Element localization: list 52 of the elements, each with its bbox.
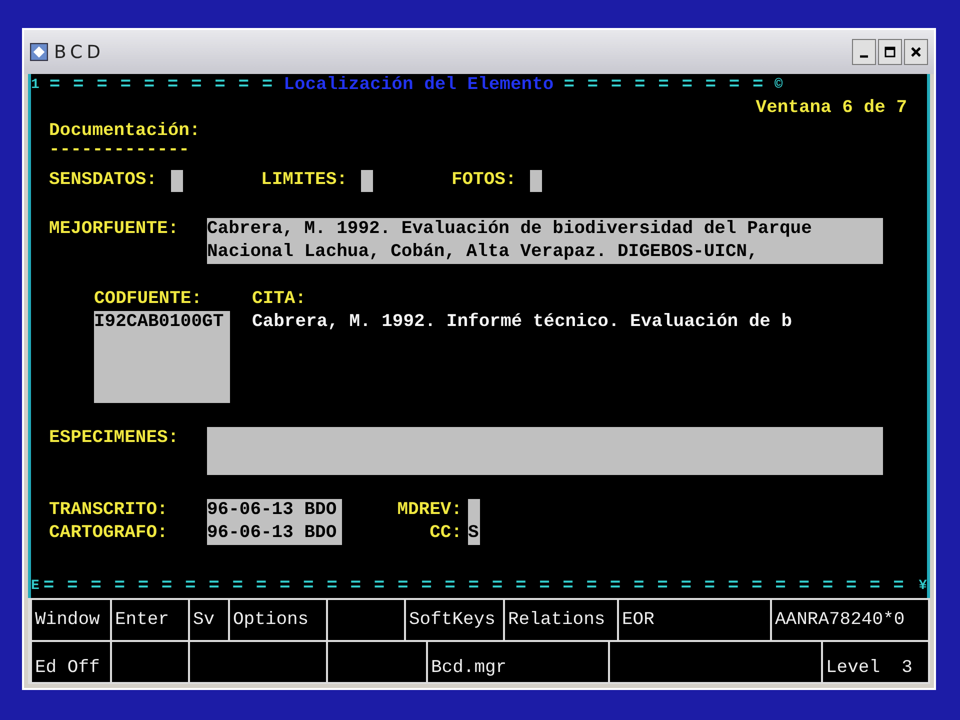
softkey-label[interactable]: Options [233, 610, 309, 630]
flag-field[interactable] [530, 170, 542, 192]
app-icon [30, 43, 48, 61]
softkey-label[interactable]: Enter [115, 610, 170, 630]
field-label: TRANSCRITO: [49, 499, 169, 522]
section-heading: Documentación: [49, 120, 202, 143]
field-label: SENSDATOS: [49, 169, 158, 192]
minimize-icon [860, 55, 868, 58]
softkey-label[interactable]: Sv [193, 610, 215, 630]
flag-field[interactable] [171, 170, 184, 192]
field-label: LIMITES: [261, 169, 348, 192]
border-rule: = = = = = = = = = = = = = = = = = = = = = = = = = = = = = = = = = = = = = [42, 575, 906, 598]
status-label: Bcd.mgr [431, 658, 507, 678]
field-label: FOTOS: [451, 169, 516, 192]
border-rule: = = = = = = = = = = [48, 74, 275, 97]
screen-title: Localización del Elemento [284, 74, 554, 97]
close-icon [910, 46, 922, 58]
status-label: Ed Off [35, 658, 100, 678]
corner-mark: E [31, 577, 40, 596]
field-label: MEJORFUENTE: [49, 218, 180, 241]
maximize-button[interactable] [878, 39, 902, 65]
specimens-field[interactable] [207, 427, 883, 475]
field-label: ESPECIMENES: [49, 427, 180, 450]
softkey-label[interactable]: SoftKeys [409, 610, 496, 630]
date-field[interactable]: 96-06-13 BDO [207, 499, 342, 522]
corner-mark: ¥ [918, 577, 927, 596]
status-label: Level 3 [826, 658, 912, 678]
field-label: CC: [428, 522, 463, 545]
corner-mark: © [774, 76, 783, 95]
minimize-button[interactable] [852, 39, 876, 65]
source-field[interactable]: Cabrera, M. 1992. Evaluación de biodiversidad del Parque Nacional Lachua, Cobán, Alta Verapaz. DIGEBOS-UICN, [207, 218, 883, 264]
field-label: MDREV: [396, 499, 463, 522]
date-field[interactable]: 96-06-13 BDO [207, 522, 342, 545]
corner-mark: 1 [31, 76, 40, 95]
window-title: BCD [54, 42, 104, 62]
maximize-icon [884, 46, 896, 58]
flag-field[interactable] [361, 170, 374, 192]
softkey-label[interactable]: Window [35, 610, 100, 630]
section-underline: ------------- [49, 143, 190, 157]
field-label: CODFUENTE: [94, 288, 204, 311]
softkey-label[interactable]: EOR [622, 610, 654, 630]
window-indicator: Ventana 6 de 7 [756, 97, 907, 120]
text-field[interactable] [468, 499, 480, 522]
citation-text: Cabrera, M. 1992. Informé técnico. Evaluación de b [252, 311, 792, 334]
softkey-label[interactable]: Relations [508, 610, 606, 630]
softkey-label[interactable]: AANRA78240*0 [775, 610, 905, 630]
code-field[interactable]: I92CAB0100GT [94, 311, 230, 403]
close-button[interactable] [904, 39, 928, 65]
border-rule: = = = = = = = = = [562, 74, 766, 97]
field-label: CITA: [252, 288, 308, 311]
text-field[interactable]: S [468, 522, 480, 545]
field-label: CARTOGRAFO: [49, 522, 169, 545]
